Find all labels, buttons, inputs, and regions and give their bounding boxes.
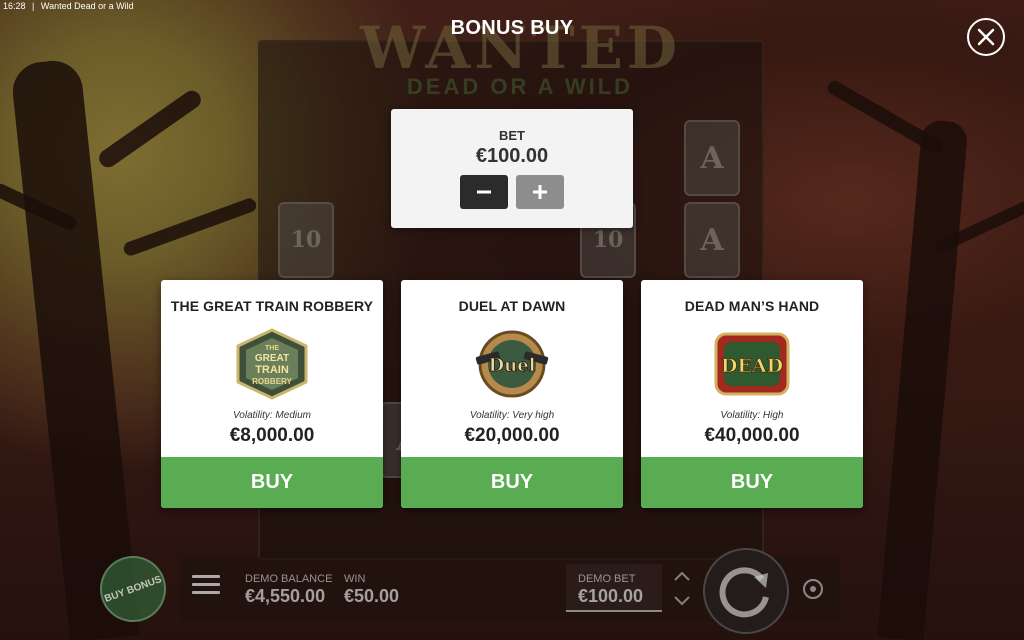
status-divider: | xyxy=(32,1,35,11)
badge-text: GREAT xyxy=(255,353,289,364)
plus-icon xyxy=(533,185,547,199)
badge-text: Duel xyxy=(489,355,536,376)
win-label: WIN xyxy=(344,573,366,585)
buy-train-robbery-button[interactable]: BUY xyxy=(161,457,383,508)
win-value: €50.00 xyxy=(344,586,400,606)
bonus-option-train-robbery: THE GREAT TRAIN ROBBERY THE GREAT TRAIN … xyxy=(161,280,383,508)
option-price: €20,000.00 xyxy=(464,425,560,446)
autoplay-icon xyxy=(803,579,823,599)
demo-bet-value: €100.00 xyxy=(578,586,644,606)
option-volatility: Volatility: Medium xyxy=(233,410,311,421)
option-title: DUEL AT DAWN xyxy=(458,298,566,314)
minus-icon xyxy=(477,190,491,194)
demo-bet-field[interactable]: DEMO BET €100.00 xyxy=(566,564,662,612)
menu-button[interactable] xyxy=(192,575,220,599)
option-price: €40,000.00 xyxy=(704,425,800,446)
badge-text: THE xyxy=(265,345,279,352)
spin-button[interactable] xyxy=(703,548,789,634)
bonus-option-duel-at-dawn: DUEL AT DAWN Duel Volatility: Very high … xyxy=(401,280,623,508)
option-volatility: Volatility: High xyxy=(720,410,784,421)
spin-icon xyxy=(719,567,769,618)
bet-stepper[interactable] xyxy=(672,568,692,610)
chevron-down-icon xyxy=(674,596,690,606)
status-time: 16:28 xyxy=(3,1,26,11)
status-app-title: Wanted Dead or a Wild xyxy=(40,1,134,11)
status-bar: 16:28 | Wanted Dead or a Wild xyxy=(0,0,1024,12)
decrease-bet-button[interactable] xyxy=(460,175,508,209)
option-volatility: Volatility: Very high xyxy=(469,410,555,421)
option-title: DEAD MAN’S HAND xyxy=(684,298,820,314)
buy-dead-mans-hand-button[interactable]: BUY xyxy=(641,457,863,508)
bet-panel: BET €100.00 xyxy=(391,109,633,228)
close-button[interactable] xyxy=(967,18,1005,56)
increase-bet-button[interactable] xyxy=(516,175,564,209)
hamburger-icon-line xyxy=(192,583,220,586)
buy-duel-at-dawn-button[interactable]: BUY xyxy=(401,457,623,508)
train-robbery-badge-icon: THE GREAT TRAIN ROBBERY xyxy=(232,328,312,400)
badge-text: TRAIN xyxy=(255,364,289,376)
option-price: €8,000.00 xyxy=(229,425,315,446)
option-title: THE GREAT TRAIN ROBBERY xyxy=(170,298,374,314)
balance-label: DEMO BALANCE xyxy=(245,573,333,585)
close-icon xyxy=(977,28,995,46)
badge-text: ROBBERY xyxy=(252,377,292,386)
autoplay-button[interactable] xyxy=(800,576,826,602)
hamburger-icon-line xyxy=(192,575,220,578)
balance-value: €4,550.00 xyxy=(245,586,326,606)
badge-text: DEAD xyxy=(721,355,783,377)
modal-title: BONUS BUY xyxy=(450,17,574,39)
hamburger-icon-line xyxy=(192,591,220,594)
bet-label: BET xyxy=(499,128,525,143)
chevron-up-icon xyxy=(674,571,690,581)
duel-badge-icon: Duel xyxy=(472,328,552,400)
bet-value: €100.00 xyxy=(475,145,549,167)
demo-bet-label: DEMO BET xyxy=(578,573,636,585)
dead-badge-icon: DEAD xyxy=(712,328,792,400)
bonus-option-dead-mans-hand: DEAD MAN’S HAND DEAD Volatility: High €4… xyxy=(641,280,863,508)
